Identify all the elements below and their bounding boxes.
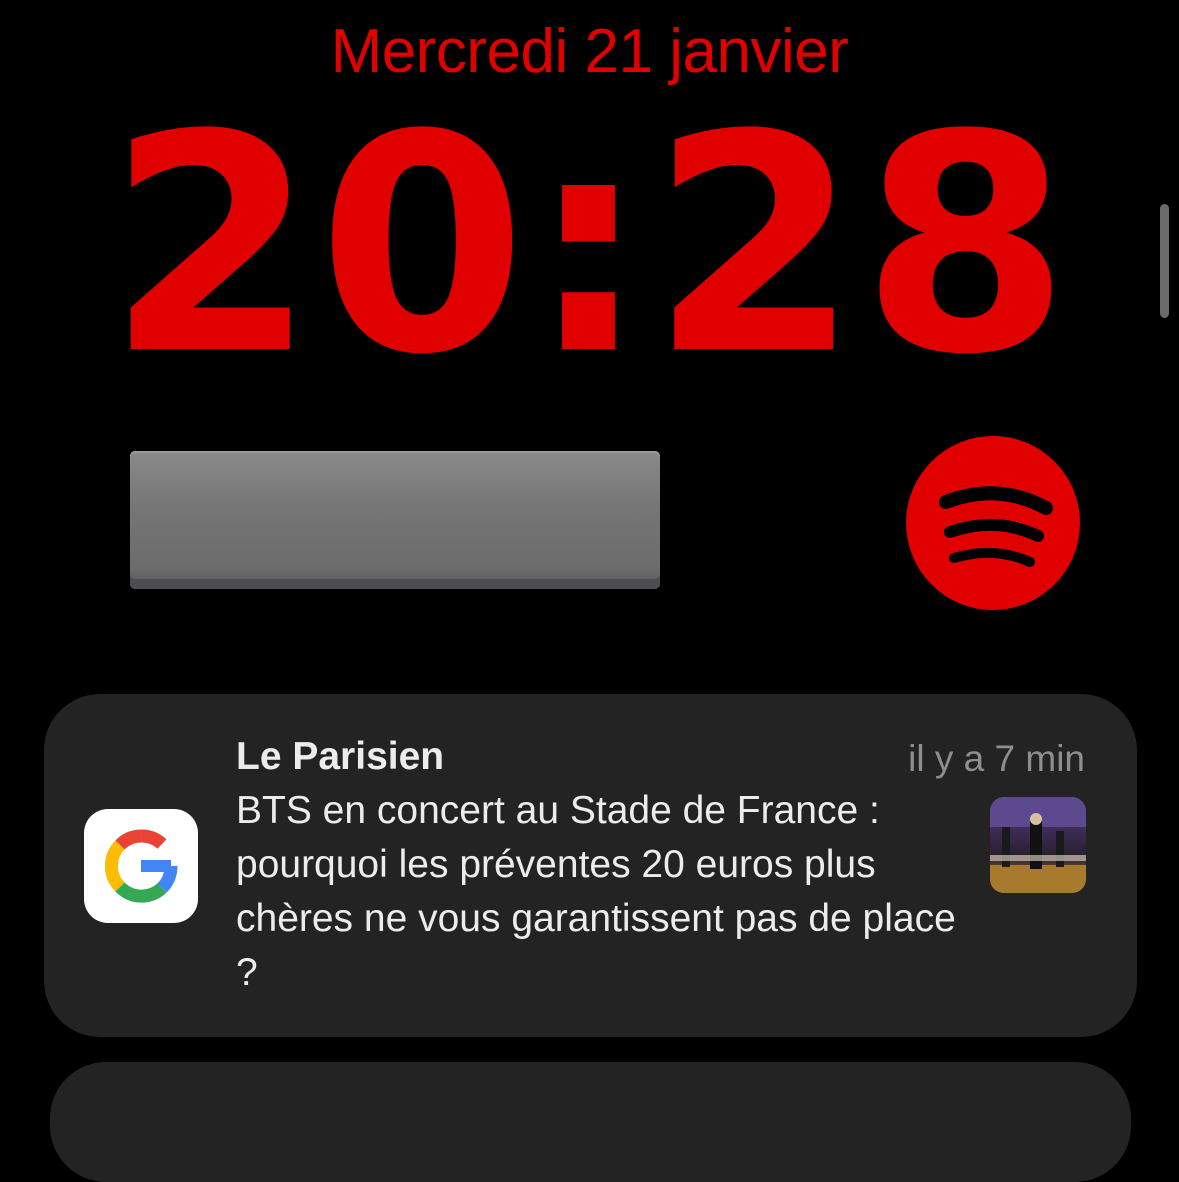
scroll-indicator	[1160, 204, 1169, 318]
spotify-widget[interactable]	[906, 436, 1080, 610]
lock-screen-time: 20:28	[107, 71, 1072, 420]
notification-source: Le Parisien	[236, 735, 445, 778]
notification-card[interactable]: Le Parisien il y a 7 min BTS en concert …	[44, 694, 1137, 1037]
notification-thumbnail	[990, 797, 1086, 893]
google-app-icon	[84, 809, 198, 923]
widget-placeholder[interactable]	[130, 451, 660, 589]
google-icon	[104, 829, 178, 903]
notification-timestamp: il y a 7 min	[908, 738, 1085, 779]
notification-card-2[interactable]	[50, 1062, 1131, 1182]
notification-body: BTS en concert au Stade de France : pour…	[236, 789, 956, 994]
spotify-icon	[939, 486, 1053, 567]
